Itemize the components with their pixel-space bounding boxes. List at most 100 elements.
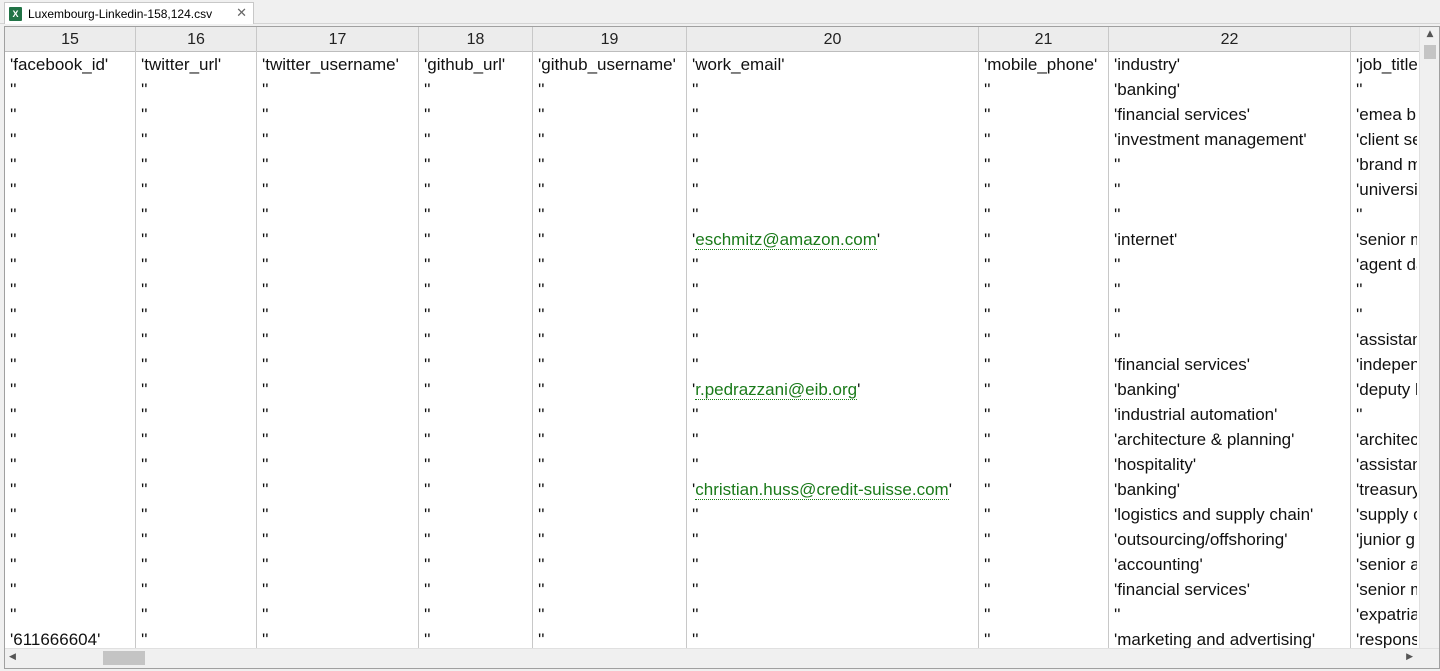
table-cell[interactable]: '' — [257, 202, 419, 227]
table-cell[interactable]: '' — [533, 177, 687, 202]
table-cell[interactable]: '' — [533, 577, 687, 602]
table-cell[interactable]: '' — [1109, 602, 1351, 627]
table-cell[interactable]: '' — [687, 252, 979, 277]
table-cell[interactable]: 'mobile_phone' — [979, 52, 1109, 77]
column-header-19[interactable]: 19 — [533, 27, 687, 52]
table-cell[interactable]: '' — [979, 527, 1109, 552]
table-cell[interactable]: '' — [687, 452, 979, 477]
table-cell[interactable]: '' — [979, 427, 1109, 452]
table-cell[interactable]: '' — [136, 252, 257, 277]
table-cell[interactable]: '' — [5, 152, 136, 177]
table-cell[interactable]: 'job_title — [1351, 52, 1417, 77]
table-cell[interactable]: '' — [1109, 277, 1351, 302]
table-cell[interactable]: '' — [5, 452, 136, 477]
table-cell[interactable]: 'financial services' — [1109, 577, 1351, 602]
table-cell[interactable]: '' — [257, 377, 419, 402]
table-cell[interactable]: '611666604' — [5, 627, 136, 648]
table-cell[interactable]: '' — [5, 177, 136, 202]
table-cell[interactable]: '' — [419, 227, 533, 252]
table-cell[interactable]: '' — [419, 102, 533, 127]
table-cell[interactable]: '' — [257, 602, 419, 627]
table-cell[interactable]: '' — [979, 202, 1109, 227]
table-cell[interactable]: 'treasury — [1351, 477, 1417, 502]
table-cell[interactable]: '' — [687, 352, 979, 377]
table-cell[interactable]: '' — [136, 452, 257, 477]
email-link[interactable]: r.pedrazzani@eib.org — [695, 380, 858, 400]
table-cell[interactable]: '' — [136, 177, 257, 202]
table-cell[interactable]: '' — [533, 102, 687, 127]
table-cell[interactable]: '' — [136, 302, 257, 327]
table-cell[interactable]: 'agent da — [1351, 252, 1417, 277]
table-cell[interactable]: '' — [687, 177, 979, 202]
column-header-22[interactable]: 22 — [1109, 27, 1351, 52]
table-cell[interactable]: '' — [419, 602, 533, 627]
table-cell[interactable]: 'expatria — [1351, 602, 1417, 627]
table-cell[interactable]: '' — [979, 452, 1109, 477]
table-cell[interactable]: '' — [687, 627, 979, 648]
table-cell[interactable]: 'industry' — [1109, 52, 1351, 77]
table-cell[interactable]: '' — [533, 127, 687, 152]
table-cell[interactable]: '' — [5, 502, 136, 527]
table-cell[interactable]: '' — [687, 527, 979, 552]
horizontal-scroll-thumb[interactable] — [103, 651, 145, 665]
table-cell[interactable]: '' — [979, 402, 1109, 427]
table-cell[interactable]: '' — [136, 77, 257, 102]
table-cell[interactable]: '' — [419, 627, 533, 648]
table-cell[interactable]: '' — [5, 202, 136, 227]
table-cell[interactable]: '' — [5, 402, 136, 427]
table-cell[interactable]: '' — [979, 177, 1109, 202]
table-cell[interactable]: '' — [136, 602, 257, 627]
table-cell[interactable]: 'financial services' — [1109, 102, 1351, 127]
table-cell[interactable]: '' — [419, 452, 533, 477]
table-cell[interactable]: '' — [257, 77, 419, 102]
table-cell[interactable]: '' — [1109, 152, 1351, 177]
table-cell[interactable]: '' — [419, 277, 533, 302]
table-cell[interactable]: '' — [419, 427, 533, 452]
table-cell[interactable]: 'twitter_url' — [136, 52, 257, 77]
table-cell[interactable]: '' — [257, 277, 419, 302]
table-cell[interactable]: '' — [533, 527, 687, 552]
table-cell[interactable]: '' — [687, 127, 979, 152]
table-cell[interactable]: '' — [5, 527, 136, 552]
table-cell[interactable]: '' — [419, 552, 533, 577]
table-cell[interactable]: '' — [1351, 277, 1417, 302]
table-cell[interactable]: 'deputy h — [1351, 377, 1417, 402]
table-cell[interactable]: '' — [1351, 402, 1417, 427]
table-cell[interactable]: '' — [419, 402, 533, 427]
table-cell[interactable]: '' — [979, 252, 1109, 277]
table-cell[interactable]: '' — [979, 627, 1109, 648]
table-cell[interactable]: '' — [257, 127, 419, 152]
table-cell[interactable]: '' — [533, 252, 687, 277]
table-cell[interactable]: '' — [533, 427, 687, 452]
table-cell[interactable]: 'financial services' — [1109, 352, 1351, 377]
table-cell[interactable]: 'senior m — [1351, 577, 1417, 602]
table-cell[interactable]: '' — [136, 327, 257, 352]
table-cell[interactable]: '' — [1109, 302, 1351, 327]
table-cell[interactable]: '' — [533, 352, 687, 377]
table-cell[interactable]: '' — [533, 302, 687, 327]
table-cell[interactable]: '' — [136, 102, 257, 127]
table-cell[interactable]: '' — [533, 502, 687, 527]
table-cell[interactable]: 'twitter_username' — [257, 52, 419, 77]
column-header-20[interactable]: 20 — [687, 27, 979, 52]
email-link[interactable]: christian.huss@credit-suisse.com — [695, 480, 949, 500]
vertical-scrollbar[interactable]: ▲ — [1419, 27, 1439, 648]
table-cell[interactable]: 'outsourcing/offshoring' — [1109, 527, 1351, 552]
table-cell[interactable]: '' — [257, 627, 419, 648]
close-tab-icon[interactable]: ✕ — [236, 6, 247, 21]
table-cell[interactable]: '' — [979, 277, 1109, 302]
table-cell[interactable]: '' — [257, 302, 419, 327]
table-cell[interactable]: '' — [1351, 202, 1417, 227]
table-cell[interactable]: '' — [979, 102, 1109, 127]
table-cell[interactable]: 'christian.huss@credit-suisse.com' — [687, 477, 979, 502]
table-cell[interactable]: '' — [419, 77, 533, 102]
table-cell[interactable]: '' — [257, 352, 419, 377]
table-cell[interactable]: '' — [136, 152, 257, 177]
table-cell[interactable]: 'facebook_id' — [5, 52, 136, 77]
table-cell[interactable]: '' — [687, 302, 979, 327]
table-cell[interactable]: 'assistan — [1351, 452, 1417, 477]
table-cell[interactable]: 'marketing and advertising' — [1109, 627, 1351, 648]
table-cell[interactable]: 'industrial automation' — [1109, 402, 1351, 427]
table-cell[interactable]: '' — [687, 327, 979, 352]
table-cell[interactable]: 'universit — [1351, 177, 1417, 202]
